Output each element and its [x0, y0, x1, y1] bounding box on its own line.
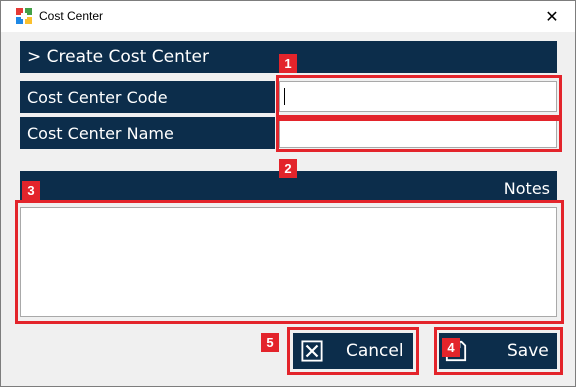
save-label: Save: [507, 341, 549, 361]
app-grid-icon: [16, 8, 32, 24]
cost-center-name-label-text: Cost Center Name: [27, 123, 174, 143]
annotation-badge-2: 2: [279, 159, 297, 178]
cost-center-code-input[interactable]: [279, 81, 557, 112]
notes-textarea[interactable]: [20, 207, 557, 317]
window-title: Cost Center: [39, 9, 104, 23]
cancel-label: Cancel: [346, 341, 404, 361]
close-button[interactable]: ✕: [529, 1, 575, 32]
notes-label: Notes: [503, 179, 550, 198]
annotation-badge-5: 5: [261, 333, 279, 352]
cancel-button[interactable]: Cancel: [293, 333, 413, 369]
cost-center-code-label-text: Cost Center Code: [27, 87, 168, 107]
text-caret: [284, 88, 285, 105]
close-icon: ✕: [545, 8, 559, 26]
cost-center-window: Cost Center ✕ > Create Cost Center Cost …: [0, 0, 576, 387]
form-header-text: > Create Cost Center: [27, 47, 209, 67]
annotation-badge-1: 1: [279, 54, 297, 73]
cancel-x-icon: [301, 340, 323, 362]
title-bar: Cost Center ✕: [1, 1, 575, 32]
cost-center-code-label: Cost Center Code: [20, 81, 275, 113]
cost-center-name-input[interactable]: [279, 118, 557, 148]
cost-center-name-label: Cost Center Name: [20, 117, 275, 149]
annotation-badge-3: 3: [22, 181, 40, 200]
annotation-badge-4: 4: [442, 338, 460, 357]
